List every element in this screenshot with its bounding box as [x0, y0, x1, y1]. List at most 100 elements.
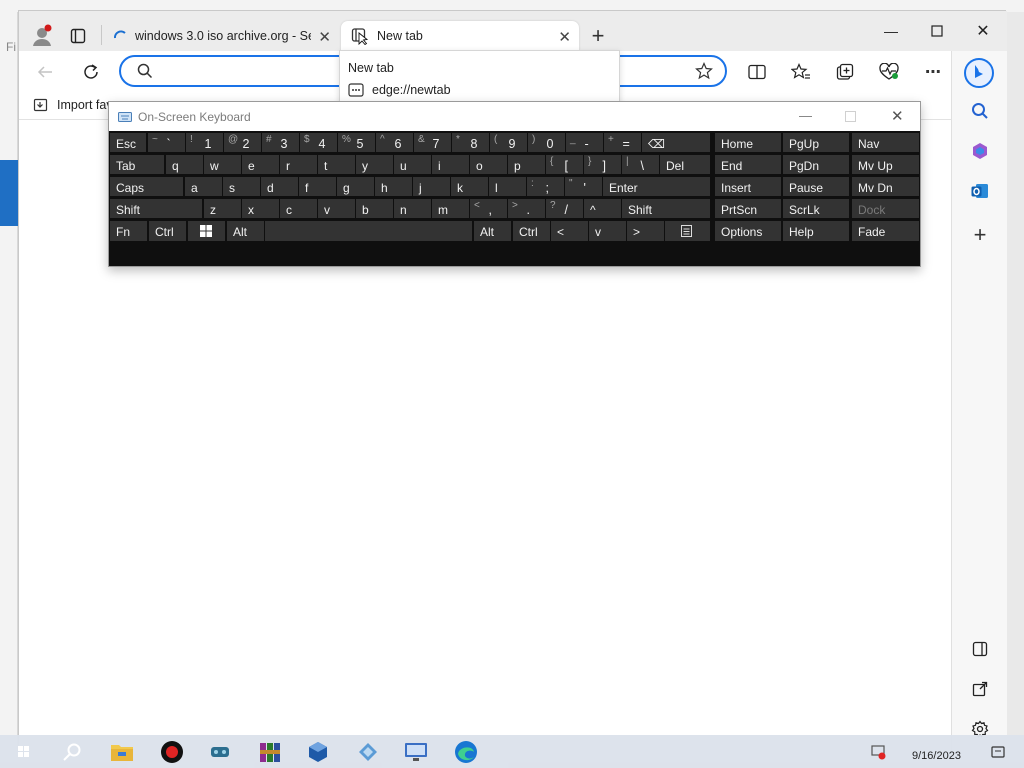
osk-key-symbol-54[interactable]: ^ [584, 199, 621, 218]
osk-key-z-44[interactable]: z [204, 199, 241, 218]
osk-key-insert-73[interactable]: Insert [715, 177, 781, 196]
osk-key-7-8[interactable]: & 7 [414, 133, 451, 152]
osk-key-p-25[interactable]: p [508, 155, 545, 174]
osk-key-j-37[interactable]: j [413, 177, 450, 196]
osk-key-ctrl-62[interactable]: Ctrl [513, 221, 550, 241]
vertical-tabs-icon[interactable] [67, 25, 89, 47]
osk-key-v-64[interactable]: v [589, 221, 626, 241]
osk-key-3-4[interactable]: #3 [262, 133, 299, 152]
osk-key-enter-42[interactable]: Enter [603, 177, 710, 196]
close-window-button[interactable]: ✕ [963, 19, 1003, 43]
osk-key-symbol-13[interactable]: + = [604, 133, 641, 152]
back-arrow-icon[interactable] [33, 61, 57, 83]
osk-key-i-23[interactable]: i [432, 155, 469, 174]
osk-minimize-button[interactable]: — [799, 108, 812, 123]
osk-key-symbol-52[interactable]: >. [508, 199, 545, 218]
osk-key-symbol-26[interactable]: {[ [546, 155, 583, 174]
more-options-icon[interactable]: ⋯ [921, 60, 945, 84]
osk-key-c-46[interactable]: c [280, 199, 317, 218]
favorite-star-icon[interactable] [695, 62, 713, 80]
osk-key-x-45[interactable]: x [242, 199, 279, 218]
osk-key-symbol-1[interactable]: ~ ` [148, 133, 185, 152]
add-sidebar-app-icon[interactable]: + [966, 221, 994, 249]
recorder-icon[interactable] [158, 738, 186, 766]
favorites-icon[interactable] [789, 60, 813, 84]
osk-key-prtscn-76[interactable]: PrtScn [715, 199, 781, 218]
remote-desktop-icon[interactable] [402, 738, 430, 766]
osk-key-blank-60[interactable] [265, 221, 472, 241]
profile-avatar-icon[interactable] [29, 23, 55, 49]
osk-key-o-24[interactable]: o [470, 155, 507, 174]
hover-card-url-row[interactable]: edge://newtab [348, 83, 451, 97]
osk-key-symbol-40[interactable]: :; [527, 177, 564, 196]
osk-key-4-5[interactable]: $4 [300, 133, 337, 152]
start-icon[interactable] [10, 738, 38, 766]
osk-key-blank-58[interactable] [188, 221, 225, 241]
osk-key-end-70[interactable]: End [715, 155, 781, 174]
file-explorer-icon[interactable] [108, 738, 136, 766]
osk-maximize-button[interactable] [845, 111, 856, 122]
osk-key-q-16[interactable]: q [166, 155, 203, 174]
osk-key-nav-69[interactable]: Nav [852, 133, 919, 152]
osk-key-m-50[interactable]: m [432, 199, 469, 218]
sidebar-search-icon[interactable] [966, 97, 994, 125]
osk-key-l-39[interactable]: l [489, 177, 526, 196]
hide-sidebar-icon[interactable] [966, 635, 994, 663]
network-tool-icon[interactable] [206, 738, 234, 766]
osk-key-tab-15[interactable]: Tab [110, 155, 164, 174]
network-status-icon[interactable] [864, 738, 892, 766]
close-tab-icon[interactable]: ✕ [318, 28, 331, 46]
osk-key-symbol-12[interactable]: _ - [566, 133, 603, 152]
osk-key-symbol-27[interactable]: }] [584, 155, 621, 174]
osk-key-b-48[interactable]: b [356, 199, 393, 218]
tray-date[interactable]: 9/16/2023 [912, 750, 961, 762]
osk-key-help-80[interactable]: Help [783, 221, 849, 241]
osk-key-symbol-51[interactable]: <, [470, 199, 507, 218]
osk-key-esc-0[interactable]: Esc [110, 133, 146, 152]
osk-key-caps-30[interactable]: Caps [110, 177, 183, 196]
osk-key-fn-56[interactable]: Fn [110, 221, 147, 241]
osk-key-8-9[interactable]: * 8 [452, 133, 489, 152]
osk-key-0-11[interactable]: ) 0 [528, 133, 565, 152]
bing-copilot-icon[interactable] [964, 57, 994, 89]
close-tab-icon[interactable]: ✕ [558, 28, 571, 46]
osk-key-e-18[interactable]: e [242, 155, 279, 174]
osk-key-symbol-28[interactable]: | \ [622, 155, 659, 174]
osk-key-h-36[interactable]: h [375, 177, 412, 196]
osk-key-options-79[interactable]: Options [715, 221, 781, 241]
osk-key-r-19[interactable]: r [280, 155, 317, 174]
osk-key-g-35[interactable]: g [337, 177, 374, 196]
osk-key-mv-dn-75[interactable]: Mv Dn [852, 177, 919, 196]
osk-key-s-32[interactable]: s [223, 177, 260, 196]
osk-key-symbol-14[interactable]: ⌫ [642, 133, 710, 152]
browser-essentials-icon[interactable] [877, 60, 901, 84]
collections-icon[interactable] [833, 60, 857, 84]
edge-taskbar-icon[interactable] [452, 738, 480, 766]
osk-key-9-10[interactable]: (9 [490, 133, 527, 152]
outlook-icon[interactable] [966, 177, 994, 205]
osk-key-home-67[interactable]: Home [715, 133, 781, 152]
osk-key-ctrl-57[interactable]: Ctrl [149, 221, 186, 241]
osk-key-f-34[interactable]: f [299, 177, 336, 196]
osk-key-alt-59[interactable]: Alt [227, 221, 264, 241]
osk-key-1-2[interactable]: ! 1 [186, 133, 223, 152]
osk-key-v-47[interactable]: v [318, 199, 355, 218]
osk-key-2-3[interactable]: @2 [224, 133, 261, 152]
taskbar-search-icon[interactable] [58, 738, 86, 766]
osk-key-5-6[interactable]: % 5 [338, 133, 375, 152]
osk-key-scrlk-77[interactable]: ScrLk [783, 199, 849, 218]
osk-key-dock-78[interactable]: Dock [852, 199, 919, 218]
osk-key-n-49[interactable]: n [394, 199, 431, 218]
open-external-icon[interactable] [966, 675, 994, 703]
minimize-button[interactable]: — [871, 19, 911, 43]
osk-key-6-7[interactable]: ^ 6 [376, 133, 413, 152]
osk-key-pause-74[interactable]: Pause [783, 177, 849, 196]
osk-key-shift-43[interactable]: Shift [110, 199, 202, 218]
osk-titlebar[interactable]: On-Screen Keyboard — ✕ [109, 102, 920, 131]
osk-key-fade-81[interactable]: Fade [852, 221, 919, 241]
osk-key-y-21[interactable]: y [356, 155, 393, 174]
osk-key-symbol-41[interactable]: " ' [565, 177, 602, 196]
osk-key-symbol-65[interactable]: > [627, 221, 664, 241]
winrar-icon[interactable] [256, 738, 284, 766]
split-screen-icon[interactable] [745, 60, 769, 84]
